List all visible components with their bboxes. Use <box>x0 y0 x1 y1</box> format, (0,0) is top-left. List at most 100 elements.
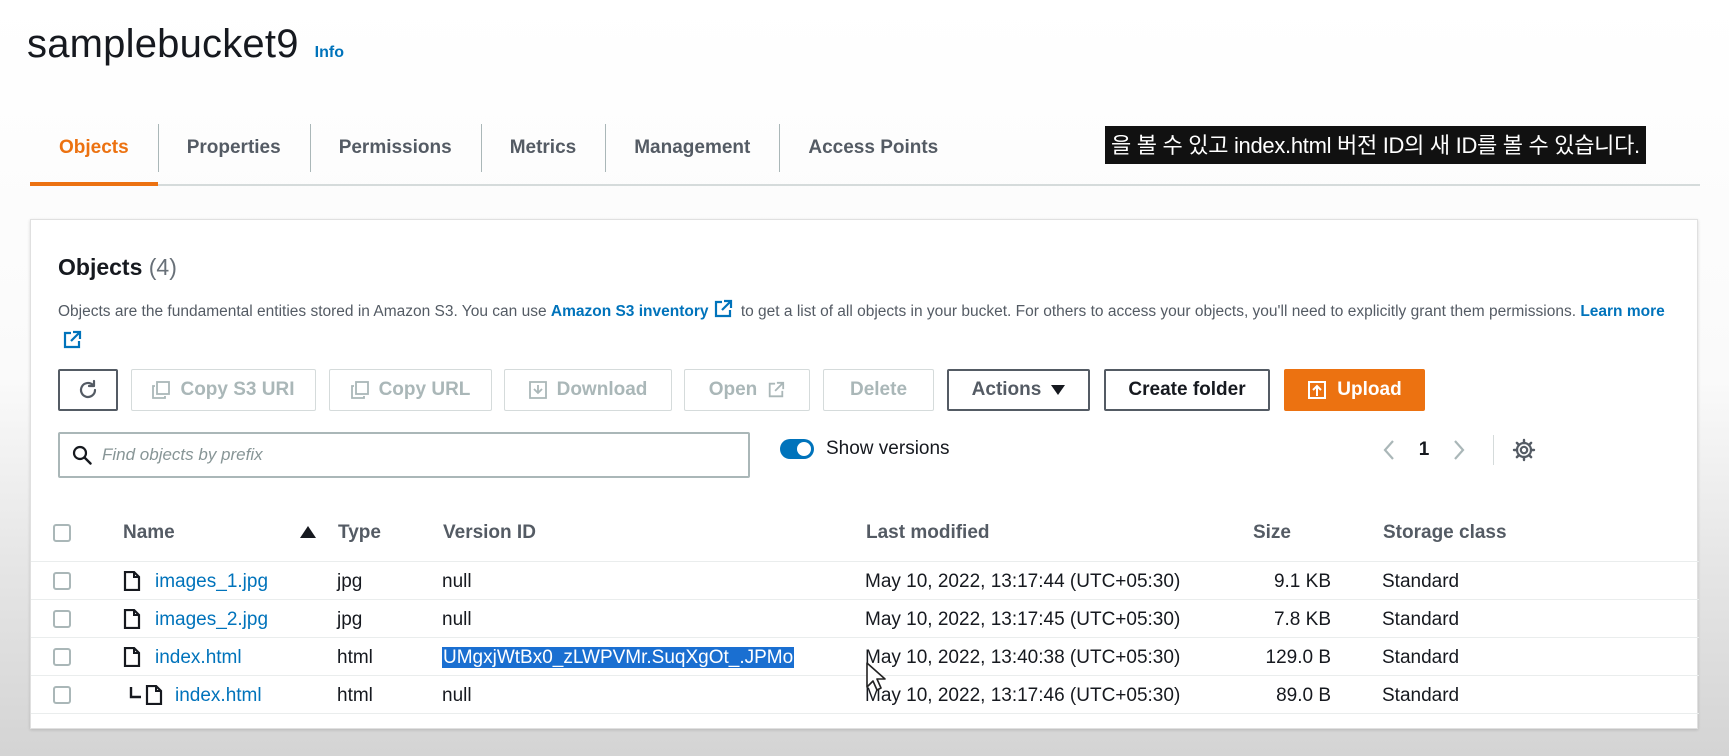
download-label: Download <box>556 379 648 400</box>
description-text-2: to get a list of all objects in your buc… <box>740 303 1576 320</box>
objects-count: (4) <box>148 254 177 280</box>
object-storage-class: Standard <box>1382 647 1460 668</box>
copy-s3-uri-button[interactable]: Copy S3 URI <box>131 369 316 411</box>
tab-access-points[interactable]: Access Points <box>779 112 967 184</box>
object-type: html <box>337 685 373 706</box>
mouse-cursor-icon <box>866 662 886 691</box>
object-name-link[interactable]: index.html <box>155 647 242 669</box>
column-version-id[interactable]: Version ID <box>443 522 536 544</box>
upload-label: Upload <box>1337 379 1402 400</box>
file-icon <box>123 647 141 667</box>
refresh-button[interactable] <box>58 369 118 411</box>
column-size[interactable]: Size <box>1227 522 1291 544</box>
chevron-left-icon <box>1383 440 1394 460</box>
upload-button[interactable]: Upload <box>1284 369 1425 411</box>
external-link-icon <box>63 330 82 349</box>
file-icon <box>123 571 141 591</box>
object-size: 129.0 B <box>1265 647 1332 668</box>
open-button[interactable]: Open <box>684 369 810 411</box>
chevron-right-icon <box>1454 440 1465 460</box>
object-version-id: null <box>442 685 472 706</box>
search-input[interactable] <box>102 445 702 465</box>
objects-description: Objects are the fundamental entities sto… <box>58 296 1678 358</box>
row-checkbox[interactable] <box>53 648 71 666</box>
copy-icon <box>350 381 369 399</box>
create-folder-label: Create folder <box>1128 379 1246 400</box>
object-name-link[interactable]: images_2.jpg <box>155 609 268 631</box>
object-storage-class: Standard <box>1382 571 1460 592</box>
gear-icon <box>1512 438 1536 462</box>
previous-page-button[interactable] <box>1369 439 1409 461</box>
column-last-modified[interactable]: Last modified <box>866 522 990 544</box>
external-link-icon <box>714 299 732 318</box>
object-type: html <box>337 647 373 668</box>
table-row[interactable]: images_2.jpg jpg null May 10, 2022, 13:1… <box>31 600 1699 638</box>
column-name[interactable]: Name <box>123 522 175 544</box>
copy-url-button[interactable]: Copy URL <box>329 369 492 411</box>
object-size: 9.1 KB <box>1273 571 1331 592</box>
table-row[interactable]: index.html html UMgxjWtBx0_zLWPVMr.SuqXg… <box>31 638 1699 676</box>
tab-management[interactable]: Management <box>605 112 779 184</box>
preferences-button[interactable] <box>1512 438 1536 462</box>
object-name-link[interactable]: images_1.jpg <box>155 571 268 593</box>
object-storage-class: Standard <box>1382 609 1460 630</box>
column-storage-class[interactable]: Storage class <box>1383 522 1507 544</box>
object-type: jpg <box>337 609 363 630</box>
table-row[interactable]: images_1.jpg jpg null May 10, 2022, 13:1… <box>31 562 1699 600</box>
sort-ascending-icon[interactable] <box>300 526 316 538</box>
description-text-1: Objects are the fundamental entities sto… <box>58 303 547 320</box>
objects-heading: Objects (4) <box>58 254 177 281</box>
page-header: samplebucket9 Info <box>27 22 344 67</box>
object-name-link[interactable]: index.html <box>175 685 262 707</box>
caret-down-icon <box>1051 385 1066 395</box>
object-type: jpg <box>337 571 363 592</box>
search-icon <box>72 445 92 465</box>
file-icon <box>123 609 141 629</box>
download-icon <box>528 381 547 399</box>
copy-icon <box>152 381 171 399</box>
tab-objects[interactable]: Objects <box>30 112 158 186</box>
s3-inventory-link[interactable]: Amazon S3 inventory <box>551 299 737 320</box>
pager-divider <box>1493 435 1494 465</box>
create-folder-button[interactable]: Create folder <box>1104 369 1270 411</box>
download-button[interactable]: Download <box>504 369 672 411</box>
objects-table: Name Type Version ID Last modified Size … <box>31 504 1699 714</box>
tab-permissions[interactable]: Permissions <box>309 112 481 184</box>
show-versions: Show versions <box>780 438 950 460</box>
object-size: 89.0 B <box>1276 685 1331 706</box>
actions-label: Actions <box>971 379 1042 400</box>
objects-heading-label: Objects <box>58 254 143 280</box>
bucket-title: samplebucket9 <box>27 22 299 66</box>
object-version-id: null <box>442 571 472 592</box>
row-checkbox[interactable] <box>53 572 71 590</box>
video-subtitle: 을 볼 수 있고 index.html 버전 ID의 새 ID를 볼 수 있습니… <box>1105 126 1646 164</box>
object-last-modified: May 10, 2022, 13:17:45 (UTC+05:30) <box>865 609 1181 630</box>
version-branch-icon <box>129 685 163 705</box>
table-header: Name Type Version ID Last modified Size … <box>31 504 1699 562</box>
table-row[interactable]: index.html html null May 10, 2022, 13:17… <box>31 676 1699 714</box>
tab-properties[interactable]: Properties <box>157 112 310 184</box>
external-link-icon <box>769 381 785 398</box>
object-version-id: null <box>442 609 472 630</box>
actions-dropdown[interactable]: Actions <box>947 369 1090 411</box>
delete-button[interactable]: Delete <box>823 369 934 411</box>
object-version-id-link[interactable]: UMgxjWtBx0_zLWPVMr.SuqXgOt_.JPMo <box>442 647 795 669</box>
column-type[interactable]: Type <box>338 522 381 544</box>
refresh-icon <box>79 379 97 399</box>
object-last-modified: May 10, 2022, 13:17:44 (UTC+05:30) <box>865 571 1181 592</box>
select-all-checkbox[interactable] <box>53 524 71 542</box>
row-checkbox[interactable] <box>53 610 71 628</box>
object-last-modified: May 10, 2022, 13:40:38 (UTC+05:30) <box>865 647 1181 668</box>
row-checkbox[interactable] <box>53 686 71 704</box>
current-page[interactable]: 1 <box>1409 439 1439 461</box>
upload-icon <box>1308 381 1327 399</box>
tab-metrics[interactable]: Metrics <box>480 112 606 184</box>
next-page-button[interactable] <box>1439 439 1479 461</box>
copy-s3-uri-label: Copy S3 URI <box>180 379 295 400</box>
selected-version-text: UMgxjWtBx0_zLWPVMr.SuqXgOt_.JPMo <box>442 647 795 668</box>
copy-url-label: Copy URL <box>378 379 471 400</box>
info-link[interactable]: Info <box>315 44 344 62</box>
show-versions-toggle[interactable] <box>780 439 814 459</box>
objects-panel: Objects (4) Objects are the fundamental … <box>30 219 1699 729</box>
object-size: 7.8 KB <box>1273 609 1331 630</box>
